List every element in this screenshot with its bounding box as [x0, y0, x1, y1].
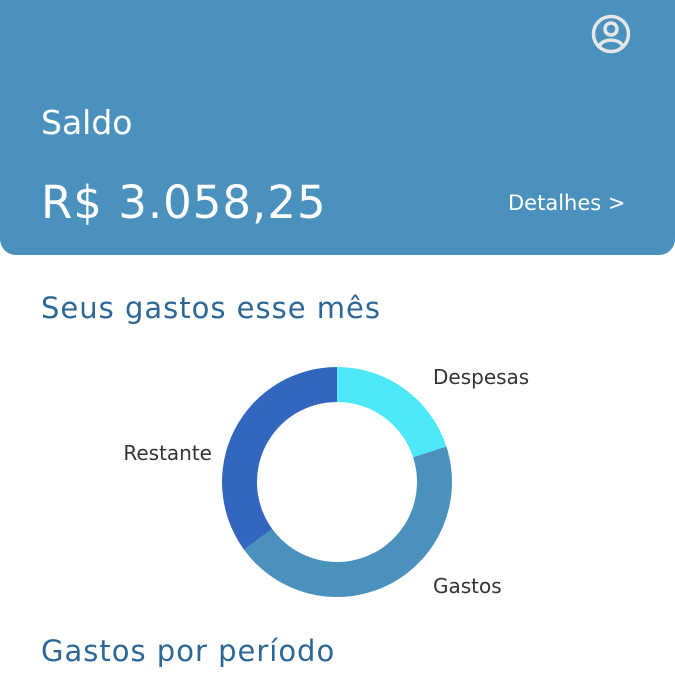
- donut-slice-gastos[interactable]: [243, 446, 452, 597]
- expenses-donut-chart: Despesas Gastos Restante: [123, 365, 529, 598]
- donut-label-restante: Restante: [123, 441, 212, 465]
- donut-slice-restante[interactable]: [222, 366, 337, 550]
- period-expenses-title: Gastos por período: [41, 634, 336, 668]
- donut-label-gastos: Gastos: [433, 574, 502, 598]
- donut-label-despesas: Despesas: [433, 365, 529, 389]
- donut-slice-despesas[interactable]: [337, 367, 447, 458]
